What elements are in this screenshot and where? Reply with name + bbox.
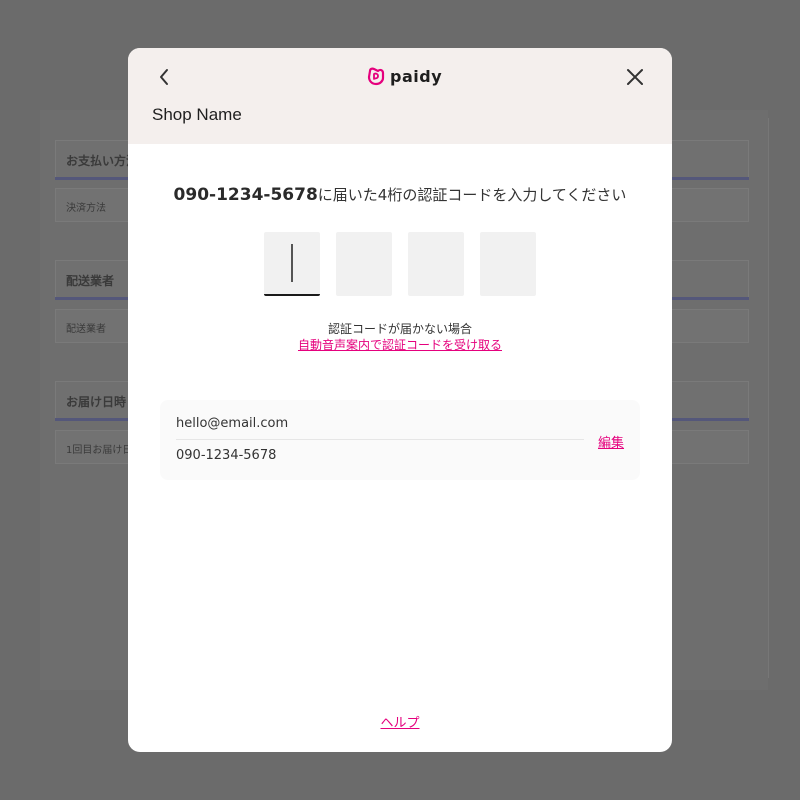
chevron-left-icon: [160, 69, 168, 85]
contact-card: hello@email.com 090-1234-5678 編集: [160, 400, 640, 480]
no-code-text: 認証コードが届かない場合: [327, 322, 472, 336]
back-button[interactable]: [152, 64, 178, 90]
contact-phone: 090-1234-5678: [176, 448, 277, 463]
help-link[interactable]: ヘルプ: [128, 712, 672, 731]
close-button[interactable]: [622, 64, 648, 90]
code-digit-3[interactable]: [408, 232, 464, 296]
code-digit-1[interactable]: [264, 232, 320, 296]
otp-modal: paidy Shop Name 090-1234-5678に届いた4桁の認証コー…: [128, 48, 672, 752]
code-digit-2[interactable]: [336, 232, 392, 296]
otp-instruction: 090-1234-5678に届いた4桁の認証コードを入力してください: [128, 184, 672, 205]
brand-name: paidy: [390, 66, 443, 86]
paidy-logo: paidy: [366, 64, 442, 88]
instruction-phone: 090-1234-5678: [173, 185, 318, 205]
background-divider: [768, 118, 769, 678]
text-caret: [291, 244, 293, 282]
instruction-text: に届いた4桁の認証コードを入力してください: [317, 186, 627, 204]
contact-email: hello@email.com: [176, 416, 289, 431]
paidy-logo-icon: [367, 67, 385, 86]
shop-name: Shop Name: [152, 105, 242, 124]
contact-divider: [176, 439, 584, 440]
modal-header: paidy Shop Name: [128, 48, 672, 144]
edit-link[interactable]: 編集: [598, 432, 624, 451]
close-icon: [627, 69, 643, 85]
code-digit-4[interactable]: [480, 232, 536, 296]
voice-call-link[interactable]: 自動音声案内で認証コードを受け取る: [128, 336, 672, 353]
